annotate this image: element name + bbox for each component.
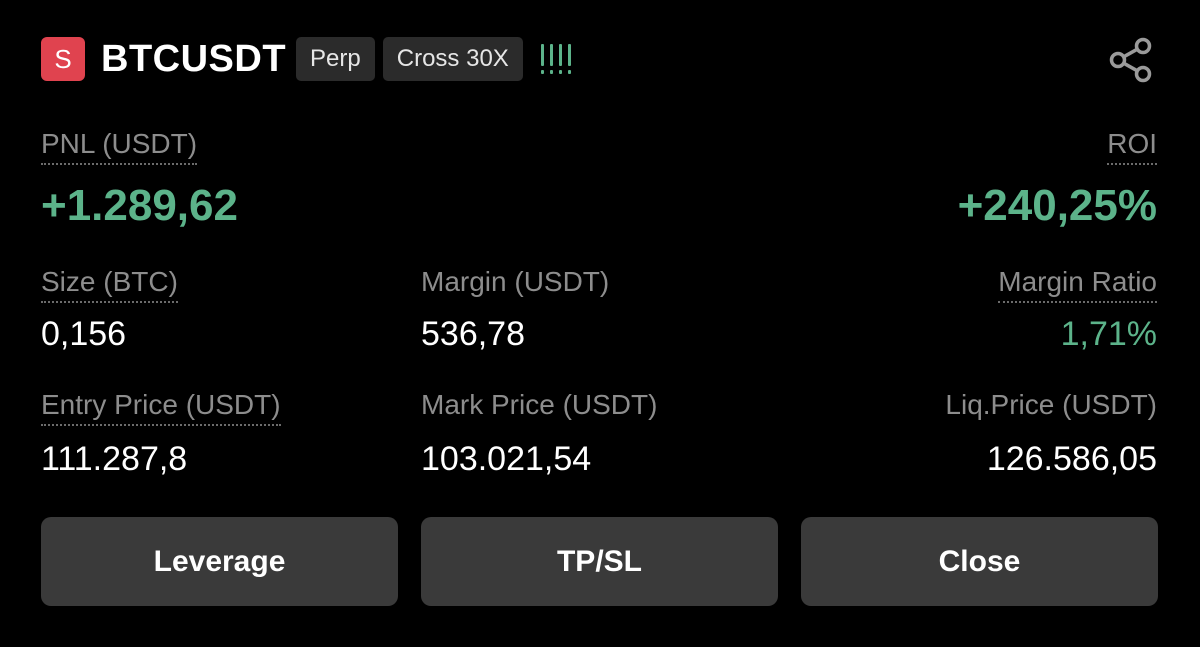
entry-price-label[interactable]: Entry Price (USDT) [41,389,281,426]
pnl-value: +1.289,62 [41,181,238,230]
margin-label: Margin (USDT) [421,266,610,297]
close-position-button[interactable]: Close [801,517,1158,606]
liq-price-value: 126.586,05 [986,440,1157,478]
margin-ratio-value: 1,71% [1060,315,1157,353]
position-card: S BTCUSDT Perp Cross 30X PNL (USDT) +1.2… [0,0,1200,647]
mark-price-value: 103.021,54 [421,440,592,478]
pnl-label[interactable]: PNL (USDT) [41,128,198,165]
short-side-badge: S [41,37,85,81]
entry-price-value: 111.287,8 [41,440,188,478]
margin-value: 536,78 [421,315,525,353]
position-header: S BTCUSDT Perp Cross 30X [41,37,571,81]
roi-value: +240,25% [957,181,1157,230]
size-value: 0,156 [41,315,127,353]
margin-ratio-label[interactable]: Margin Ratio [998,266,1157,303]
signal-bars-icon [540,37,571,81]
tpsl-button[interactable]: TP/SL [421,517,778,606]
size-label[interactable]: Size (BTC) [41,266,178,303]
mark-price-label: Mark Price (USDT) [421,389,658,420]
contract-type-tag: Perp [296,37,375,81]
share-icon[interactable] [1107,36,1155,84]
symbol-title[interactable]: BTCUSDT [101,38,286,81]
roi-label[interactable]: ROI [1107,128,1157,165]
liq-price-label: Liq.Price (USDT) [945,389,1157,420]
leverage-button[interactable]: Leverage [41,517,398,606]
margin-mode-tag[interactable]: Cross 30X [382,37,523,81]
